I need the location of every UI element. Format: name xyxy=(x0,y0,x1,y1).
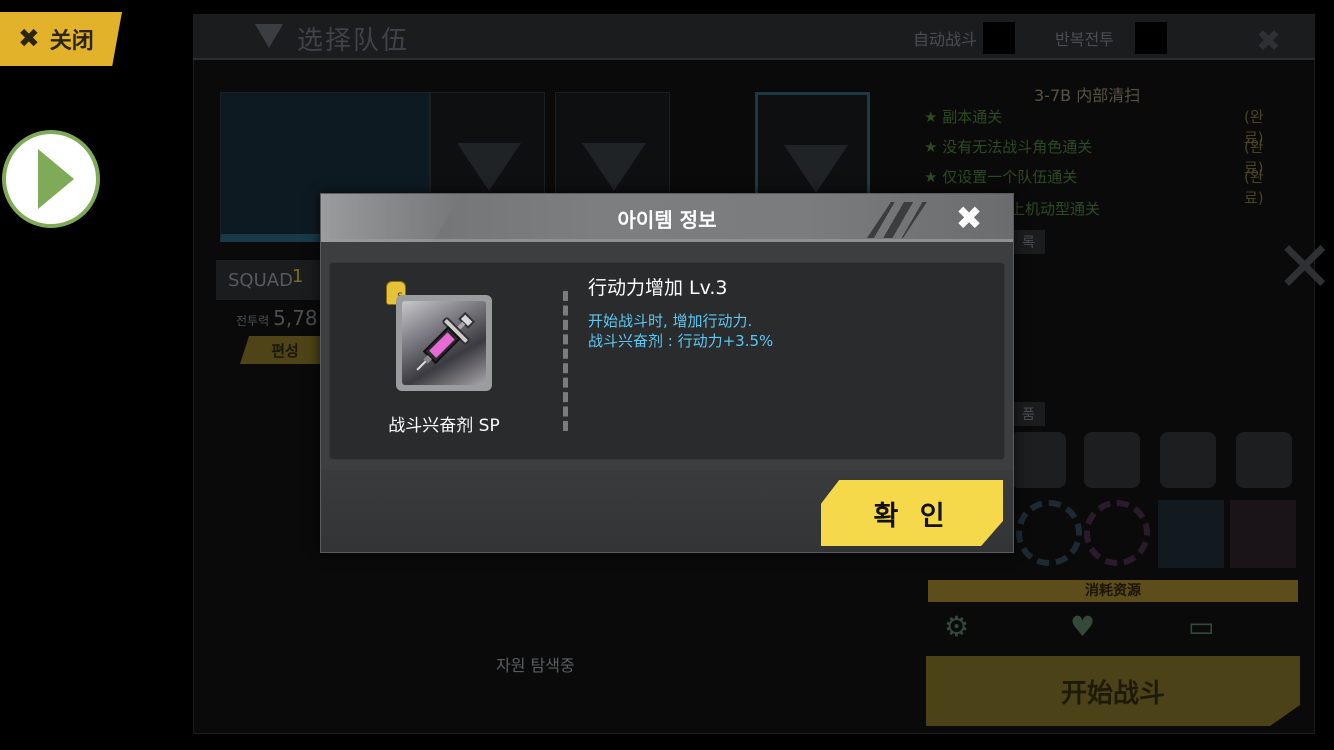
gear-ring-icon[interactable] xyxy=(1016,500,1082,566)
play-button[interactable] xyxy=(2,130,100,228)
squad-number: 1 xyxy=(292,266,304,287)
goal-item: ★ 仅设置一个队伍通关 (완료) xyxy=(924,166,1264,207)
goal-text: ★ 副本通关 xyxy=(924,108,1003,126)
confirm-button[interactable]: 확 인 xyxy=(821,480,1003,546)
drop-item-icon[interactable] xyxy=(1160,432,1216,488)
searching-text-2: 자원 탐색중 xyxy=(496,656,575,675)
item-icon-frame xyxy=(396,295,492,391)
power-label: 전투력 xyxy=(236,314,270,328)
dialog-close-icon[interactable]: ✖ xyxy=(953,202,985,234)
filter-icon xyxy=(255,24,283,48)
auto-battle-label: 自动战斗 xyxy=(913,30,978,49)
skill-description: 开始战斗时, 增加行动力. 战斗兴奋剂 : 行动力+3.5% xyxy=(588,311,773,351)
syringe-item-icon[interactable] xyxy=(1158,500,1224,568)
dialog-body: S 战斗兴奋剂 SP 行动力增加 Lv.3 xyxy=(329,262,1005,460)
dialog-footer: 확 인 xyxy=(321,470,1013,552)
goal-item: ★ 副本通关 (완료) xyxy=(924,106,1264,147)
stage-name: 3-7B 内部清扫 xyxy=(1034,86,1141,105)
item-name: 战斗兴奋剂 SP xyxy=(388,416,500,436)
close-tab-button[interactable]: ✖ 关闭 xyxy=(0,12,122,66)
repeat-battle-label: 반복전투 xyxy=(1055,30,1114,49)
power-value: 5,78 xyxy=(273,306,318,330)
syringe-item-icon[interactable] xyxy=(1230,500,1296,568)
skill-title: 行动力增加 Lv.3 xyxy=(588,277,728,299)
panel-close-icon[interactable]: ✖ xyxy=(1256,24,1281,59)
goal-status: (완료) xyxy=(1244,168,1264,207)
empty-slot-icon xyxy=(457,143,521,191)
drop-items-row xyxy=(1010,432,1300,492)
goal-text: 上机动型通关 xyxy=(1010,200,1101,218)
squad-tab[interactable]: SQUAD 1 xyxy=(216,260,326,300)
dialog-header: 아이템 정보 ✖ xyxy=(321,194,1013,242)
close-icon: ✖ xyxy=(18,24,40,54)
auto-battle-checkbox[interactable] xyxy=(983,22,1015,54)
battery-icon: ▭ xyxy=(1188,610,1215,643)
drop-items-label: 품 xyxy=(1012,402,1045,426)
empty-slot-icon xyxy=(784,145,848,193)
goal-text: ★ 仅设置一个队伍通关 xyxy=(924,168,1078,186)
gear-icon: ⚙ xyxy=(944,610,970,643)
drop-item-icon[interactable] xyxy=(1236,432,1292,488)
repeat-battle-checkbox[interactable] xyxy=(1135,22,1167,54)
goal-item: ★ 没有无法战斗角色通关 (완료) xyxy=(924,136,1264,177)
dialog-title: 아이템 정보 xyxy=(617,208,717,232)
consume-resources-bar: 消耗资源 xyxy=(928,580,1298,602)
dashed-divider xyxy=(563,291,568,431)
goal-item: 上机动型通关 xyxy=(1010,198,1100,219)
heart-icon: ♥ xyxy=(1070,610,1096,643)
empty-slot-icon xyxy=(582,143,646,191)
close-tab-label: 关闭 xyxy=(49,29,94,54)
drop-item-icon[interactable] xyxy=(1084,432,1140,488)
start-battle-button[interactable]: 开始战斗 xyxy=(926,656,1300,726)
edit-squad-button[interactable]: 편성 xyxy=(240,336,330,364)
item-info-dialog: 아이템 정보 ✖ S 战斗兴奋剂 SP xyxy=(320,193,1014,553)
syringe-icon xyxy=(402,301,486,385)
combat-power: 전투력 5,78 xyxy=(236,306,318,330)
panel-title: 选择队伍 xyxy=(297,26,410,56)
squad-label: SQUAD xyxy=(228,270,293,291)
record-label: 록 xyxy=(1012,230,1045,254)
edge-cross-icon: ✕ xyxy=(1275,226,1334,308)
panel-header: 选择队伍 自动战斗 반복전투 ✖ xyxy=(193,14,1315,60)
play-icon xyxy=(38,149,74,209)
skill-desc-line-2: 战斗兴奋剂 : 行动力+3.5% xyxy=(588,332,774,350)
gear-ring-icon[interactable] xyxy=(1084,500,1150,566)
goal-text: ★ 没有无法战斗角色通关 xyxy=(924,138,1093,156)
drop-item-icon[interactable] xyxy=(1010,432,1066,488)
skill-desc-line-1: 开始战斗时, 增加行动力. xyxy=(588,312,753,330)
